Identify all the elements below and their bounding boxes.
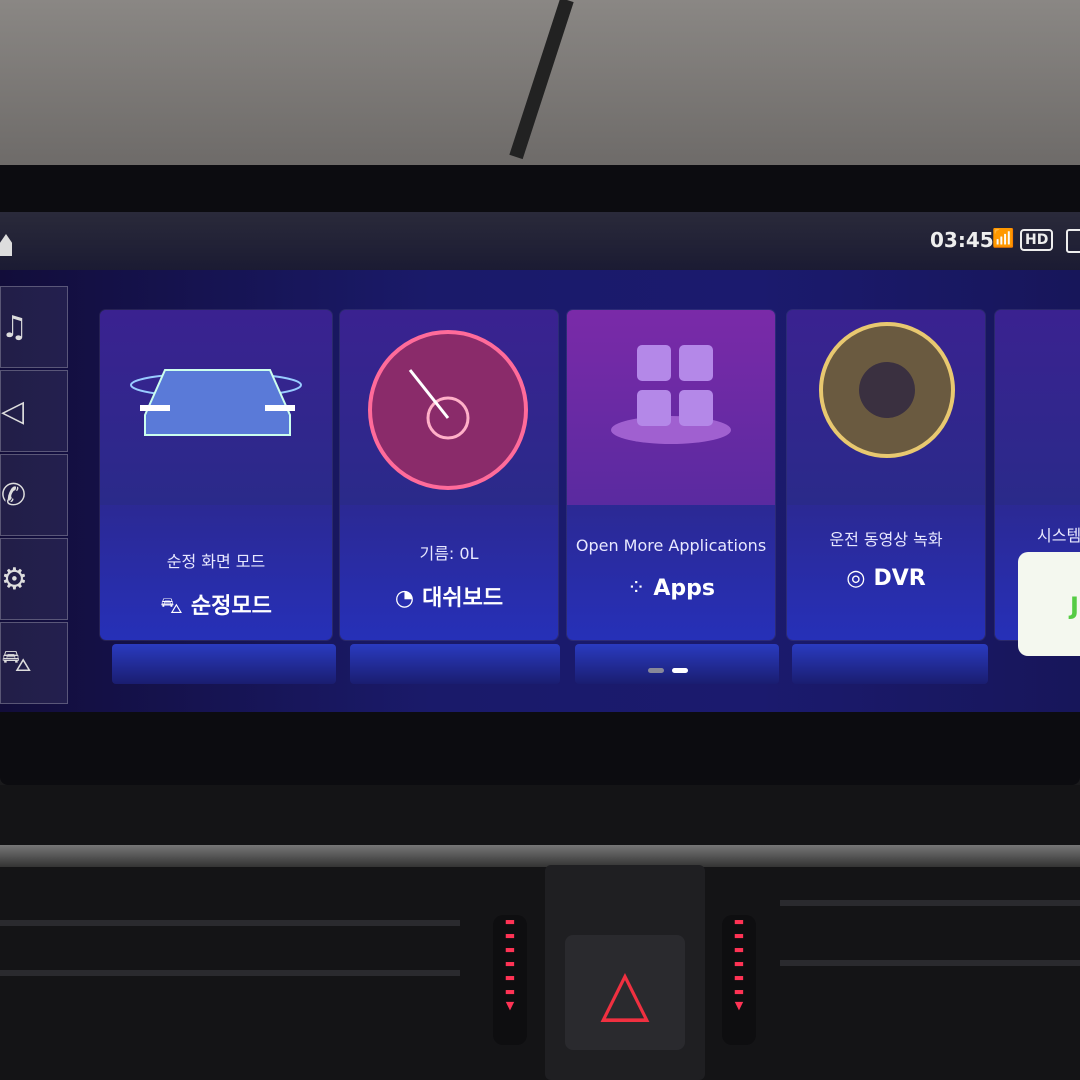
system-illustration xyxy=(995,310,1080,505)
speedometer-illustration xyxy=(340,310,558,505)
card-label: ◔ 대쉬보드 xyxy=(394,586,504,611)
card-subtitle: 기름: 0L xyxy=(419,544,479,563)
air-vent xyxy=(780,900,1080,906)
navigation-icon: ◁ xyxy=(1,393,25,429)
clock: 03:45 xyxy=(930,228,994,252)
dashboard-trim xyxy=(0,845,1080,867)
status-bar: 03:45 📶 HD xyxy=(0,212,1080,270)
head-unit-screen: 03:45 📶 HD ♫ ◁ ✆ ⚙ ⛍ 순정 화면 모드 ⛍ 순정모드 기름: … xyxy=(0,212,1080,712)
hd-badge: HD xyxy=(1020,229,1054,251)
card-dashboard[interactable]: 기름: 0L ◔ 대쉬보드 xyxy=(340,310,558,640)
hazard-triangle-icon: △ xyxy=(600,955,650,1030)
card-dvr[interactable]: 운전 동영상 녹화 ◎ DVR xyxy=(787,310,985,640)
card-label: ⁘ Apps xyxy=(626,576,716,601)
page-indicator[interactable] xyxy=(648,658,696,677)
wifi-icon: 📶 xyxy=(992,228,1015,249)
hazard-panel: △ xyxy=(545,865,705,1080)
air-vent xyxy=(0,920,460,926)
sidebar-item-music[interactable]: ♫ xyxy=(0,286,68,368)
wiper xyxy=(509,0,574,160)
sidebar: ♫ ◁ ✆ ⚙ ⛍ xyxy=(0,286,76,704)
sidebar-item-phone[interactable]: ✆ xyxy=(0,454,68,536)
card-subtitle: 순정 화면 모드 xyxy=(166,552,266,571)
apps-illustration xyxy=(567,310,775,505)
phone-icon: ✆ xyxy=(1,477,27,513)
card-label: ⛍ 순정모드 xyxy=(160,594,272,619)
page-dot[interactable] xyxy=(648,668,664,673)
speedometer-icon: ◔ xyxy=(394,586,415,611)
card-reflection xyxy=(112,644,336,684)
camera-lens-illustration xyxy=(787,310,985,505)
car-icon: ⛍ xyxy=(160,594,183,619)
air-vent xyxy=(0,970,460,976)
seat-heater-left-indicator[interactable]: ▬ ▬ ▬ ▬ ▬ ▬ ▼ xyxy=(493,915,527,1045)
car-icon: ⛍ xyxy=(1,643,32,679)
car-illustration xyxy=(100,310,332,505)
card-oem-mode[interactable]: 순정 화면 모드 ⛍ 순정모드 xyxy=(100,310,332,640)
home-icon[interactable] xyxy=(0,234,12,256)
hazard-button[interactable]: △ xyxy=(565,935,685,1050)
card-subtitle: Open More Applications xyxy=(575,536,767,555)
card-apps[interactable]: Open More Applications ⁘ Apps xyxy=(567,310,775,640)
card-label: ◎ DVR xyxy=(846,566,926,591)
windshield-background xyxy=(0,0,1080,170)
card-subtitle: 시스템 xyxy=(1037,526,1080,545)
system-app-tile[interactable]: J xyxy=(1018,552,1080,656)
settings-icon: ⚙ xyxy=(1,561,28,597)
card-reflection xyxy=(792,644,988,684)
status-icon xyxy=(1066,229,1080,253)
seat-heater-right-indicator[interactable]: ▬ ▬ ▬ ▬ ▬ ▬ ▼ xyxy=(722,915,756,1045)
sidebar-item-navigation[interactable]: ◁ xyxy=(0,370,68,452)
music-icon: ♫ xyxy=(1,309,28,345)
apps-icon: ⁘ xyxy=(626,576,646,601)
sidebar-item-car[interactable]: ⛍ xyxy=(0,622,68,704)
air-vent xyxy=(780,960,1080,966)
dashboard xyxy=(0,785,1080,1080)
camera-lens-icon: ◎ xyxy=(846,566,866,591)
sidebar-item-settings[interactable]: ⚙ xyxy=(0,538,68,620)
card-subtitle: 운전 동영상 녹화 xyxy=(829,530,943,549)
page-dot-active[interactable] xyxy=(672,668,688,673)
card-reflection xyxy=(350,644,560,684)
